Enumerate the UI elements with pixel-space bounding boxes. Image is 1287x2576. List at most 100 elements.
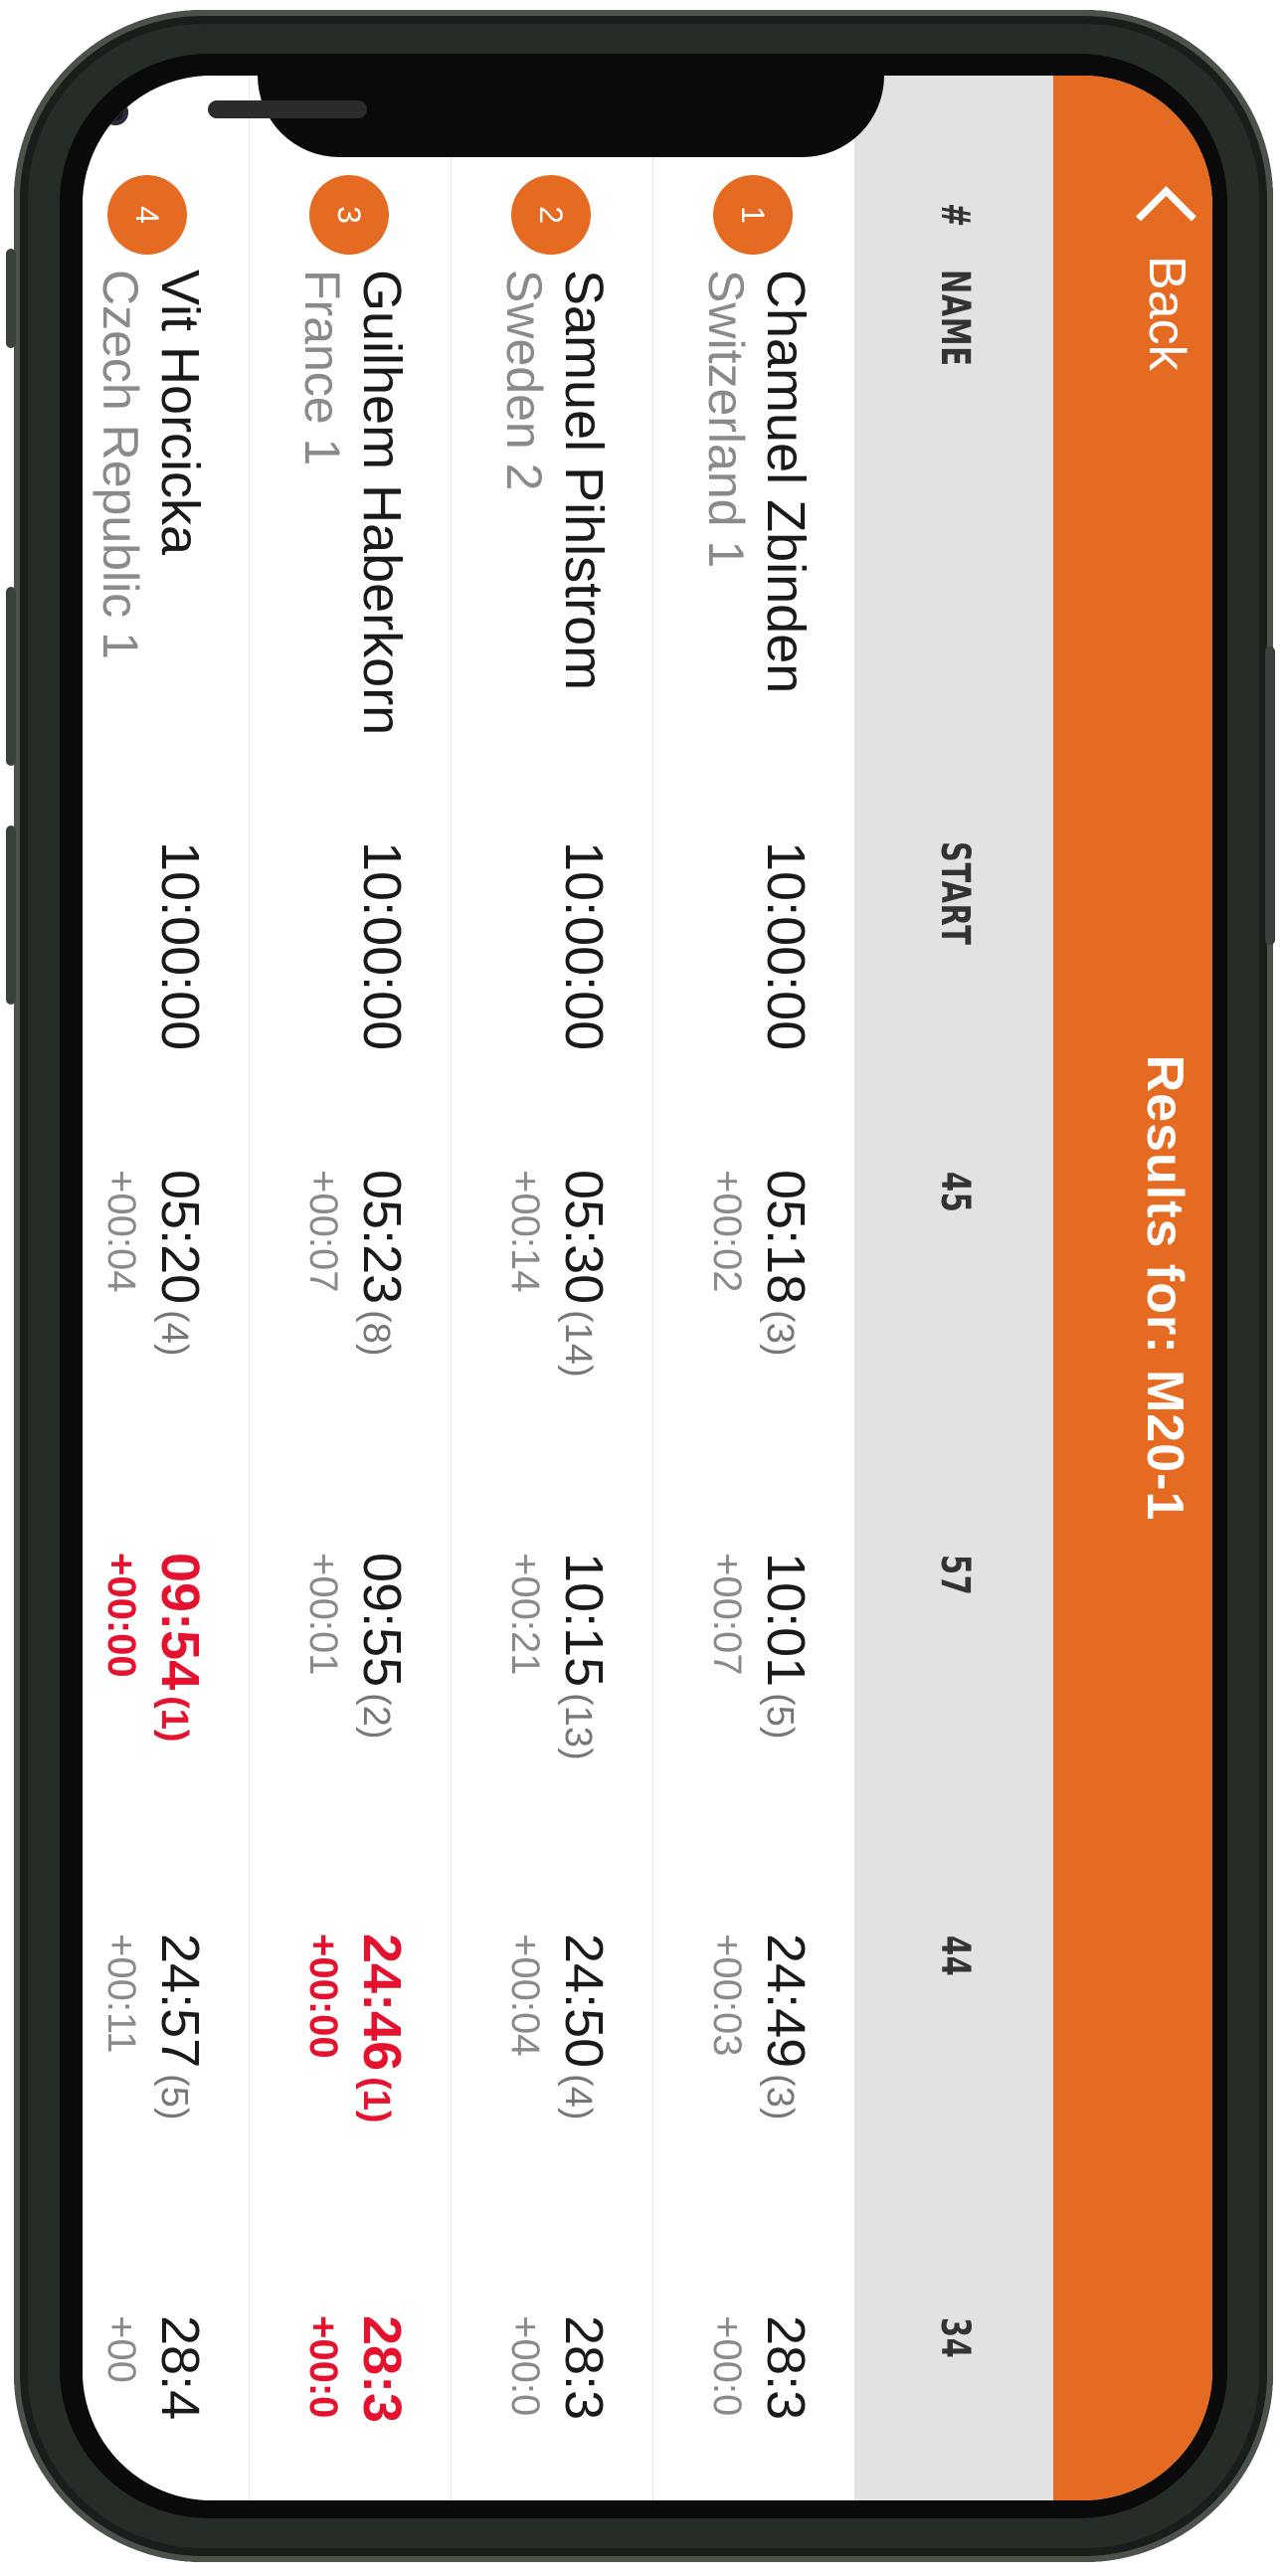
column-header-control-57[interactable]: 57 <box>932 1555 978 1596</box>
split-diff: +00:0 <box>705 2315 749 2417</box>
split-diff: +00:04 <box>99 1170 143 1293</box>
split-time: 24:57 <box>150 1933 210 2069</box>
split-diff: +00:21 <box>503 1553 547 1676</box>
split-time: 05:20 <box>150 1170 210 1305</box>
result-row[interactable]: 3 Guilhem Haberkorn France 1 10:00:00 05:23 (… <box>247 76 451 2500</box>
rank-badge: 3 <box>309 175 389 255</box>
column-header-rank[interactable]: # <box>932 203 978 228</box>
split-diff: +00:00 <box>301 1933 345 2059</box>
split-cell: 28:3 +00:0 <box>300 2315 413 2429</box>
split-rank: (1) <box>355 2077 397 2123</box>
split-time: 09:55 <box>352 1553 412 1688</box>
split-cell: 24:50 (4) +00:04 <box>502 1933 615 2120</box>
split-rank: (4) <box>557 2074 599 2120</box>
split-rank: (5) <box>153 2074 195 2120</box>
split-diff: +00:07 <box>705 1553 749 1676</box>
speaker-grille <box>208 100 367 118</box>
split-cell: 24:49 (3) +00:03 <box>704 1933 817 2120</box>
split-time: 24:49 <box>756 1933 816 2069</box>
split-rank: (2) <box>355 1693 397 1740</box>
split-cell: 24:46 (1) +00:00 <box>300 1933 413 2123</box>
split-diff: +00:01 <box>301 1553 345 1676</box>
split-rank: (1) <box>153 1696 195 1743</box>
rank-badge: 4 <box>107 175 187 255</box>
athlete-team: Sweden 2 <box>496 270 552 491</box>
split-time: 10:01 <box>756 1553 816 1688</box>
split-rank: (4) <box>153 1310 195 1357</box>
split-diff: +00:04 <box>503 1933 547 2057</box>
chevron-left-icon <box>1136 186 1197 247</box>
start-time: 10:00:00 <box>756 841 816 1051</box>
column-header-start[interactable]: START <box>932 841 978 946</box>
athlete-name: Samuel Pihlstrom <box>554 270 614 691</box>
split-diff: +00:0 <box>503 2315 547 2417</box>
split-diff: +00:14 <box>503 1170 547 1293</box>
athlete-team: Czech Republic 1 <box>92 270 148 659</box>
volume-down-button <box>6 826 16 1005</box>
split-rank: (14) <box>557 1310 599 1378</box>
back-label: Back <box>1138 256 1195 371</box>
column-header-name[interactable]: NAME <box>932 270 978 367</box>
split-diff: +00:02 <box>705 1170 749 1293</box>
split-diff: +00:11 <box>99 1933 143 2054</box>
split-rank: (5) <box>759 1693 801 1740</box>
start-time: 10:00:00 <box>352 841 412 1051</box>
split-cell: 05:23 (8) +00:07 <box>300 1170 413 1357</box>
split-cell: 28:4 +00 <box>98 2315 211 2426</box>
rank-badge: 1 <box>713 175 793 255</box>
split-time: 24:50 <box>554 1933 614 2069</box>
split-diff: +00:03 <box>705 1933 749 2057</box>
split-diff: +00 <box>99 2315 143 2383</box>
split-time: 05:18 <box>756 1170 816 1305</box>
split-cell: 10:15 (13) +00:21 <box>502 1553 615 1760</box>
split-rank: (8) <box>355 1310 397 1357</box>
result-row[interactable]: 1 Chamuel Zbinden Switzerland 1 10:00:00 05:… <box>650 76 854 2500</box>
volume-up-button <box>6 587 16 766</box>
split-time: 28:3 <box>352 2315 412 2424</box>
column-header-control-45[interactable]: 45 <box>932 1172 978 1213</box>
split-cell: 09:55 (2) +00:01 <box>300 1553 413 1740</box>
athlete-name: Guilhem Haberkorn <box>352 270 412 736</box>
split-time: 10:15 <box>554 1553 614 1688</box>
app-screen: Results for: M20-1 Back # NAME START 45 … <box>83 76 1212 2500</box>
athlete-name: Chamuel Zbinden <box>756 270 816 694</box>
split-cell: 05:18 (3) +00:02 <box>704 1170 817 1357</box>
column-header-control-44[interactable]: 44 <box>932 1935 978 1977</box>
split-cell: 09:54 (1) +00:00 <box>98 1553 211 1743</box>
split-cell: 28:3 +00:0 <box>704 2315 817 2426</box>
side-button <box>1265 646 1275 945</box>
result-row[interactable]: 2 Samuel Pihlstrom Sweden 2 10:00:00 05:30(1… <box>449 76 652 2500</box>
phone-notch <box>102 76 884 157</box>
split-rank: (3) <box>759 2074 801 2120</box>
start-time: 10:00:00 <box>554 841 614 1051</box>
split-diff: +00:00 <box>99 1553 143 1678</box>
split-cell: 05:20 (4) +00:04 <box>98 1170 211 1357</box>
column-header-row: # NAME START 45 57 44 34 <box>854 76 1053 2500</box>
athlete-name: Vit Horcicka <box>150 270 210 556</box>
athlete-team: Switzerland 1 <box>698 270 754 569</box>
split-time: 28:4 <box>150 2315 210 2421</box>
split-time: 24:46 <box>352 1933 412 2072</box>
athlete-team: France 1 <box>294 270 350 466</box>
split-time: 05:30 <box>554 1170 614 1305</box>
front-camera <box>102 99 128 125</box>
split-cell: 10:01 (5) +00:07 <box>704 1553 817 1740</box>
split-time: 28:3 <box>756 2315 816 2421</box>
split-time: 28:3 <box>554 2315 614 2421</box>
back-button[interactable]: Back <box>1136 185 1197 371</box>
power-button <box>6 249 16 348</box>
split-rank: (13) <box>557 1693 599 1760</box>
rank-badge: 2 <box>511 175 591 255</box>
column-header-control-34[interactable]: 34 <box>932 2317 978 2359</box>
app-header: Results for: M20-1 Back <box>1053 76 1212 2500</box>
split-diff: +00:07 <box>301 1170 345 1293</box>
split-cell: 28:3 +00:0 <box>502 2315 615 2426</box>
split-cell: 05:30 (14) +00:14 <box>502 1170 615 1378</box>
start-time: 10:00:00 <box>150 841 210 1051</box>
split-rank: (3) <box>759 1310 801 1357</box>
split-diff: +00:0 <box>301 2315 345 2419</box>
split-cell: 24:57 (5) +00:11 <box>98 1933 211 2120</box>
result-row[interactable]: 4 Vit Horcicka Czech Republic 1 10:00:00 05:… <box>83 76 249 2500</box>
split-time: 05:23 <box>352 1170 412 1305</box>
page-title: Results for: M20-1 <box>1136 1054 1194 1522</box>
